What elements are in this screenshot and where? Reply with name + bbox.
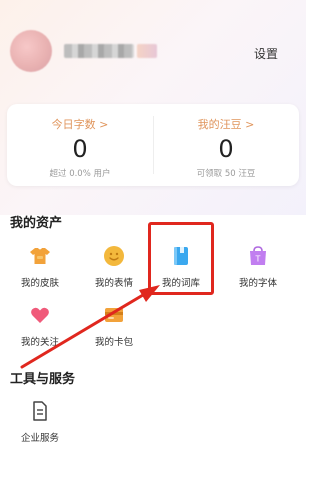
stat-wangdou[interactable]: 我的汪豆 > 0 可领取 50 汪豆	[153, 104, 299, 186]
settings-button[interactable]: 设置	[254, 45, 278, 62]
tshirt-icon	[29, 245, 51, 267]
stat-wangdou-title: 我的汪豆 >	[197, 118, 255, 131]
username-redacted	[64, 44, 134, 58]
shopping-bag-icon: T	[247, 245, 269, 267]
asset-item-label: 我的字体	[238, 278, 277, 289]
heart-icon	[29, 304, 51, 326]
asset-item-label: 我的卡包	[94, 337, 133, 348]
asset-item-skin[interactable]: 我的皮肤	[3, 245, 77, 289]
tool-item-enterprise[interactable]: 企业服务	[3, 400, 77, 444]
profile-header: 设置	[0, 0, 306, 100]
asset-item-card-wallet[interactable]: 我的卡包	[77, 304, 151, 348]
avatar[interactable]	[10, 30, 52, 72]
tools-section-title: 工具与服务	[10, 372, 76, 387]
stat-wangdou-value: 0	[218, 135, 234, 163]
tool-item-label: 企业服务	[20, 433, 59, 444]
stat-today-words-sub: 超过 0.0% 用户	[49, 169, 111, 179]
user-badge-redacted	[137, 44, 157, 58]
highlight-box-annotation	[148, 222, 214, 295]
asset-item-font[interactable]: T 我的字体	[221, 245, 295, 289]
smiley-icon	[103, 245, 125, 267]
asset-item-follow[interactable]: 我的关注	[3, 304, 77, 348]
stats-card: 今日字数 > 0 超过 0.0% 用户 我的汪豆 > 0 可领取 50 汪豆	[7, 104, 299, 186]
stat-today-words-value: 0	[72, 135, 88, 163]
card-wallet-icon	[103, 304, 125, 326]
svg-text:T: T	[255, 255, 261, 264]
stat-today-words[interactable]: 今日字数 > 0 超过 0.0% 用户	[7, 104, 153, 186]
asset-item-label: 我的关注	[20, 337, 59, 348]
stat-today-words-title: 今日字数 >	[51, 118, 109, 131]
document-icon	[29, 400, 51, 422]
asset-item-label: 我的皮肤	[20, 278, 59, 289]
stat-wangdou-sub: 可领取 50 汪豆	[196, 169, 256, 179]
asset-item-label: 我的表情	[94, 278, 133, 289]
assets-section-title: 我的资产	[10, 216, 63, 231]
asset-item-emoji[interactable]: 我的表情	[77, 245, 151, 289]
